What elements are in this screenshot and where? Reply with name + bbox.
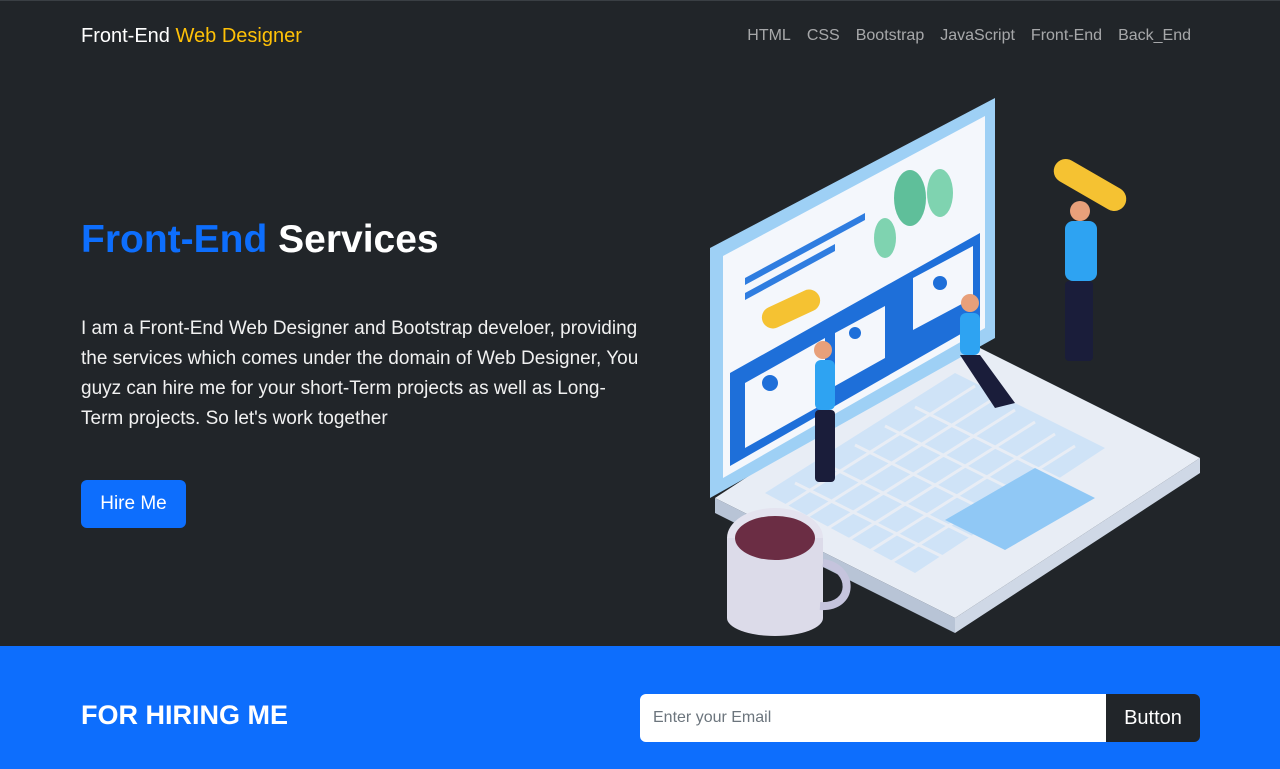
nav-link-javascript[interactable]: JavaScript: [940, 27, 1015, 45]
nav-link-html[interactable]: HTML: [747, 27, 791, 45]
hire-me-button[interactable]: Hire Me: [81, 480, 186, 528]
navbar: Front-End Web Designer HTML CSS Bootstra…: [0, 0, 1280, 74]
hero-description: I am a Front-End Web Designer and Bootst…: [81, 318, 639, 429]
hero-title-white: Services: [278, 218, 439, 261]
hero-title: Front-End Services: [81, 218, 439, 262]
nav-link-css[interactable]: CSS: [807, 27, 840, 45]
laptop-illustration: [710, 98, 1200, 636]
nav-links: HTML CSS Bootstrap JavaScript Front-End …: [747, 27, 1191, 45]
brand-accent: Web Designer: [175, 25, 302, 47]
hero-title-blue: Front-End: [81, 218, 268, 261]
hiring-title: FOR HIRING ME: [81, 700, 288, 730]
hiring-band: FOR HIRING ME Button: [0, 646, 1280, 769]
nav-link-front-end[interactable]: Front-End: [1031, 27, 1102, 45]
nav-link-bootstrap[interactable]: Bootstrap: [856, 27, 924, 45]
brand-logo[interactable]: Front-End Web Designer: [81, 25, 302, 48]
submit-button[interactable]: Button: [1106, 694, 1200, 742]
email-form: Button: [640, 694, 1200, 742]
email-input[interactable]: [640, 694, 1106, 742]
brand-main: Front-End: [81, 25, 170, 47]
nav-link-back-end[interactable]: Back_End: [1118, 27, 1191, 45]
